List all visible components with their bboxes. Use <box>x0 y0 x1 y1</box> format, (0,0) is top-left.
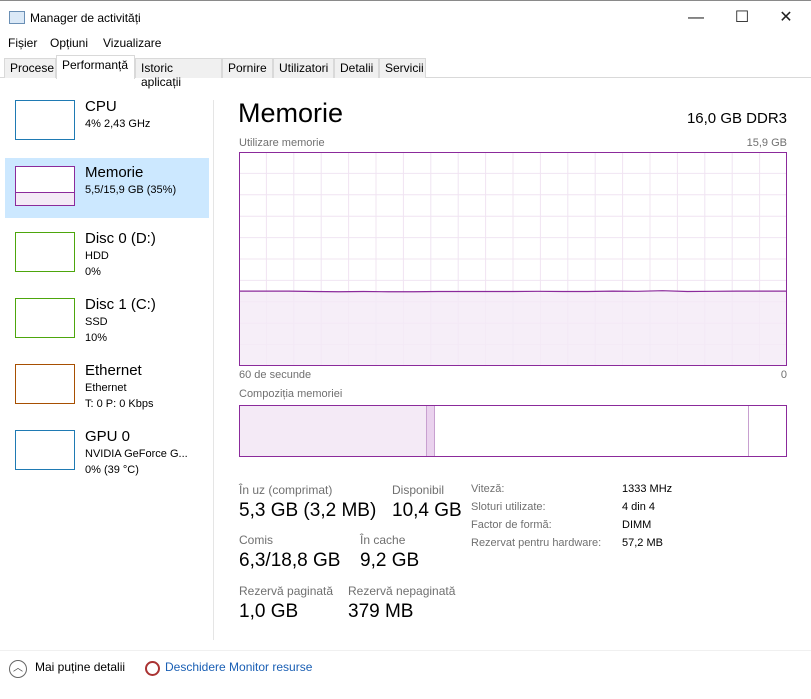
window-title: Manager de activități <box>30 11 141 25</box>
tab-startup[interactable]: Pornire <box>222 58 273 78</box>
menu-options[interactable]: Opțiuni <box>50 36 88 50</box>
sidebar-item-disc-1-c[interactable]: Disc 1 (C:) SSD 10% <box>5 290 209 350</box>
sidebar-item-detail: SSD <box>85 316 108 328</box>
tab-bar: Procese Performanță Istoric aplicații Po… <box>0 55 811 89</box>
tab-performance[interactable]: Performanță <box>56 55 135 79</box>
stat-label: În cache <box>360 533 406 547</box>
stat-value: 10,4 GB <box>392 500 462 521</box>
time-axis-left: 60 de secunde <box>239 369 312 381</box>
sidebar-item-detail-2: 10% <box>85 332 108 344</box>
stat-label: Disponibil <box>392 483 445 497</box>
stat-value: 9,2 GB <box>360 550 420 571</box>
menu-view[interactable]: Vizualizare <box>103 36 161 50</box>
sidebar-item-detail-2: 0% <box>85 266 101 278</box>
stat-label: Rezervă nepaginată <box>348 584 456 598</box>
tab-processes[interactable]: Procese <box>4 58 56 78</box>
task-manager-icon <box>9 11 25 24</box>
tab-details[interactable]: Detalii <box>334 58 379 78</box>
page-title: Memorie <box>238 98 344 128</box>
sidebar-item-detail: 4% 2,43 GHz <box>85 118 151 130</box>
sidebar-item-disc-0-d[interactable]: Disc 0 (D:) HDD 0% <box>5 224 209 284</box>
tab-services[interactable]: Servicii <box>379 58 426 78</box>
tab-users[interactable]: Utilizatori <box>273 58 334 78</box>
fewer-details-link[interactable]: Mai puține detalii <box>35 660 125 674</box>
stat-value: 1,0 GB <box>239 601 299 622</box>
memory-usage-chart <box>239 152 787 366</box>
spec-value: 1333 MHz <box>622 483 673 495</box>
composition-standby <box>433 406 748 456</box>
sidebar-item-gpu-0[interactable]: GPU 0 NVIDIA GeForce G... 0% (39 °C) <box>5 422 209 482</box>
stat-value: 5,3 GB (3,2 MB) <box>239 500 377 521</box>
mini-graph <box>15 430 75 470</box>
footer-divider <box>0 650 811 651</box>
sidebar-item-name: Disc 0 (D:) <box>85 230 156 247</box>
sidebar-item-detail-2: T: 0 P: 0 Kbps <box>85 398 154 410</box>
composition-label: Compoziția memoriei <box>239 388 343 400</box>
resource-monitor-icon <box>145 661 160 676</box>
memory-composition-bar <box>239 405 787 457</box>
tab-app-history[interactable]: Istoric aplicații <box>135 58 222 89</box>
usage-max: 15,9 GB <box>746 137 787 149</box>
usage-label: Utilizare memorie <box>239 137 325 149</box>
stat-value: 6,3/18,8 GB <box>239 550 341 571</box>
sidebar-item-detail: HDD <box>85 250 109 262</box>
mini-graph <box>15 100 75 140</box>
spec-key: Factor de formă: <box>471 519 552 531</box>
minimize-button[interactable]: — <box>676 5 716 31</box>
sidebar-item-ethernet[interactable]: Ethernet Ethernet T: 0 P: 0 Kbps <box>5 356 209 416</box>
sidebar-item-name: CPU <box>85 98 117 115</box>
sidebar-item-detail: Ethernet <box>85 382 127 394</box>
sidebar-item-detail-2: 0% (39 °C) <box>85 464 139 476</box>
menu-file[interactable]: Fișier <box>8 36 37 50</box>
spec-key: Rezervat pentru hardware: <box>471 537 602 549</box>
spec-key: Sloturi utilizate: <box>471 501 546 513</box>
memory-spec: 16,0 GB DDR3 <box>686 110 787 127</box>
spec-key: Viteză: <box>471 483 505 495</box>
time-axis-right: 0 <box>780 369 787 381</box>
stat-value: 379 MB <box>348 601 414 622</box>
sidebar-item-name: Disc 1 (C:) <box>85 296 156 313</box>
stat-label: Comis <box>239 533 274 547</box>
sidebar-item-cpu[interactable]: CPU 4% 2,43 GHz <box>5 92 209 152</box>
sidebar-item-name: Memorie <box>85 164 144 181</box>
open-resource-monitor-link[interactable]: Deschidere Monitor resurse <box>165 660 312 674</box>
sidebar-item-detail: NVIDIA GeForce G... <box>85 448 188 460</box>
close-button[interactable]: ✕ <box>766 5 806 31</box>
sidebar-item-detail: 5,5/15,9 GB (35%) <box>85 184 177 196</box>
maximize-button[interactable]: ☐ <box>722 5 762 31</box>
title-bar: Manager de activități — ☐ ✕ <box>0 0 811 34</box>
sidebar-item-name: Ethernet <box>85 362 142 379</box>
mini-graph <box>15 166 75 206</box>
stat-label: Rezervă paginată <box>239 584 334 598</box>
composition-in-use <box>240 406 426 456</box>
spec-value: 4 din 4 <box>622 501 656 513</box>
mini-graph <box>15 364 75 404</box>
sidebar-item-memorie[interactable]: Memorie 5,5/15,9 GB (35%) <box>5 158 209 218</box>
spec-value: 57,2 MB <box>622 537 663 549</box>
sidebar-item-name: GPU 0 <box>85 428 131 445</box>
usage-area <box>239 290 787 366</box>
spec-value: DIMM <box>622 519 652 531</box>
mini-graph <box>15 232 75 272</box>
composition-modified <box>425 406 434 456</box>
stat-label: În uz (comprimat) <box>239 483 333 497</box>
divider <box>213 100 214 640</box>
mini-graph <box>15 298 75 338</box>
chevron-up-icon[interactable]: ︿ <box>9 660 27 678</box>
composition-free <box>747 406 786 456</box>
